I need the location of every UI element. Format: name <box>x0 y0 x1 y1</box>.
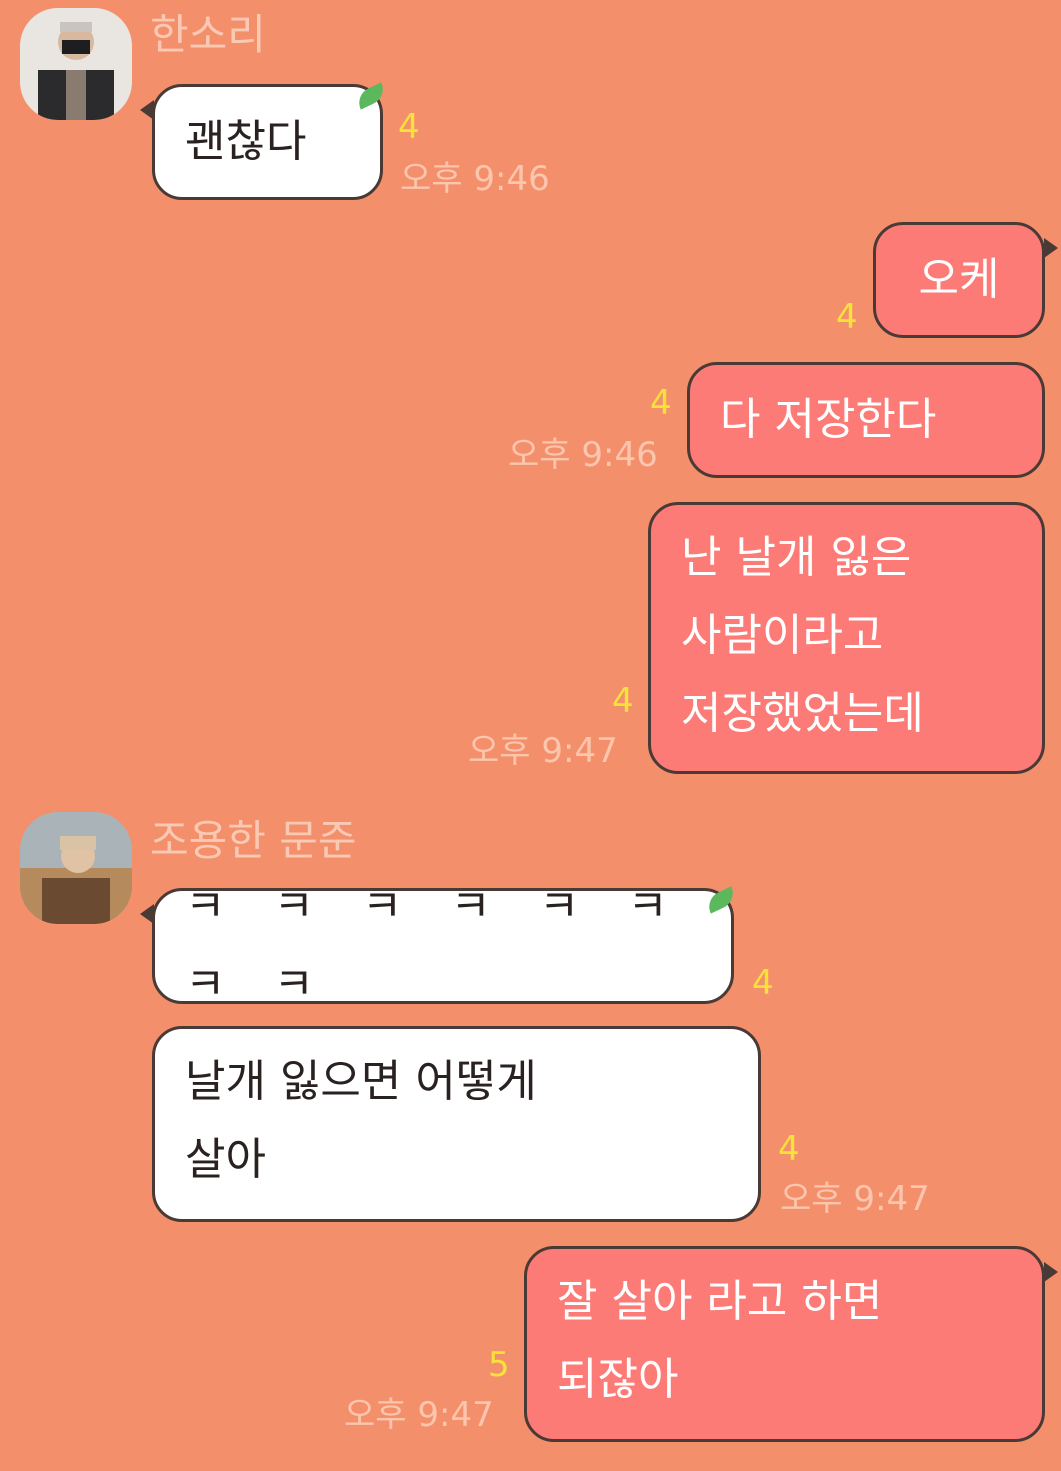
message-text: 다 저장한다 <box>720 394 937 445</box>
unread-count: 4 <box>398 107 420 147</box>
message-text: 괜찮다 <box>185 116 307 167</box>
message-line: 저장했었는데 <box>681 688 924 739</box>
message-line: 살아 <box>185 1134 266 1185</box>
avatar[interactable] <box>20 812 132 924</box>
unread-count: 4 <box>650 383 672 423</box>
unread-count: 5 <box>488 1345 510 1385</box>
avatar[interactable] <box>20 8 132 120</box>
sender-name: 한소리 <box>150 10 266 59</box>
message-bubble[interactable]: ㅋ ㅋ ㅋ ㅋ ㅋ ㅋ ㅋ ㅋ <box>152 881 734 1010</box>
timestamp: 오후 9:46 <box>508 435 658 475</box>
profile-photo-icon <box>20 812 132 924</box>
bubble-tail <box>1044 1262 1058 1282</box>
unread-count: 4 <box>612 681 634 721</box>
timestamp: 오후 9:47 <box>468 731 618 771</box>
bubble-tail <box>140 100 154 120</box>
message-line: 사람이라고 <box>681 610 884 661</box>
message-bubble[interactable]: 다 저장한다 <box>687 362 1045 478</box>
message-text: 오케 <box>918 254 1000 305</box>
message-bubble[interactable]: 괜찮다 <box>152 84 383 200</box>
message-bubble[interactable]: 잘 살아 라고 하면 되잖아 <box>524 1246 1045 1442</box>
message-line: 난 날개 잃은 <box>681 532 912 583</box>
unread-count: 4 <box>778 1129 800 1169</box>
bubble-tail <box>140 904 154 924</box>
message-text: ㅋ ㅋ ㅋ ㅋ ㅋ ㅋ ㅋ ㅋ <box>185 881 678 1010</box>
timestamp: 오후 9:47 <box>344 1395 494 1435</box>
timestamp: 오후 9:47 <box>780 1179 930 1219</box>
message-bubble[interactable]: 오케 <box>873 222 1045 338</box>
timestamp: 오후 9:46 <box>400 159 550 199</box>
unread-count: 4 <box>752 963 774 1003</box>
message-line: 되잖아 <box>557 1354 679 1405</box>
message-bubble[interactable]: 난 날개 잃은 사람이라고 저장했었는데 <box>648 502 1045 774</box>
profile-photo-icon <box>20 8 132 120</box>
unread-count: 4 <box>836 297 858 337</box>
sender-name: 조용한 문준 <box>150 816 357 865</box>
message-line: 날개 잃으면 어떻게 <box>185 1056 537 1107</box>
bubble-tail <box>1044 238 1058 258</box>
message-bubble[interactable]: 날개 잃으면 어떻게 살아 <box>152 1026 761 1222</box>
message-line: 잘 살아 라고 하면 <box>557 1276 883 1327</box>
